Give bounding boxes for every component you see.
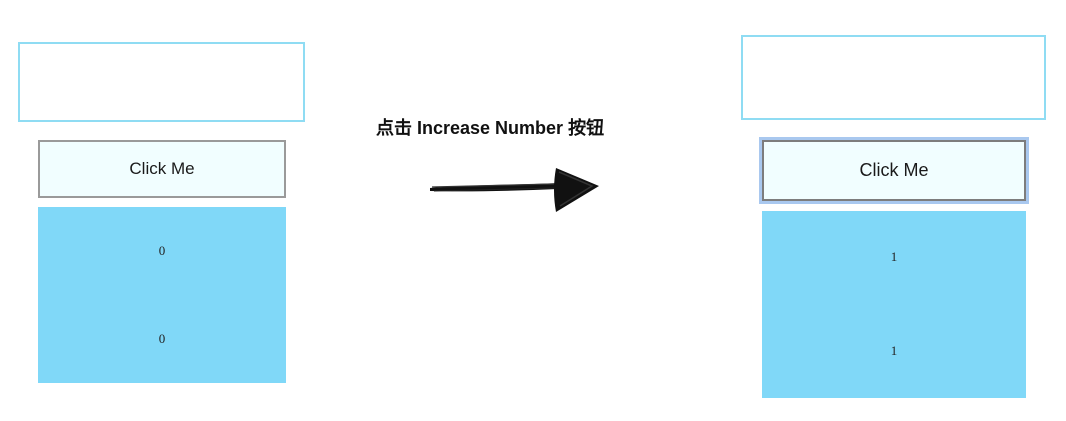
after-number-value-2: 1: [890, 343, 898, 358]
arrow-right-icon: [430, 168, 599, 212]
before-click-me-button[interactable]: Click Me: [38, 140, 286, 198]
after-number-value-1: 1: [890, 249, 898, 264]
before-number-panel: 0 0: [38, 207, 286, 383]
action-caption: 点击 Increase Number 按钮: [376, 118, 605, 138]
after-number-panel: 1 1: [762, 211, 1026, 398]
after-click-me-button[interactable]: Click Me: [762, 140, 1026, 201]
before-number-value-2: 0: [158, 331, 166, 346]
before-empty-output-box: [18, 42, 305, 122]
after-empty-output-box: [741, 35, 1046, 120]
before-number-value-1: 0: [158, 243, 166, 258]
